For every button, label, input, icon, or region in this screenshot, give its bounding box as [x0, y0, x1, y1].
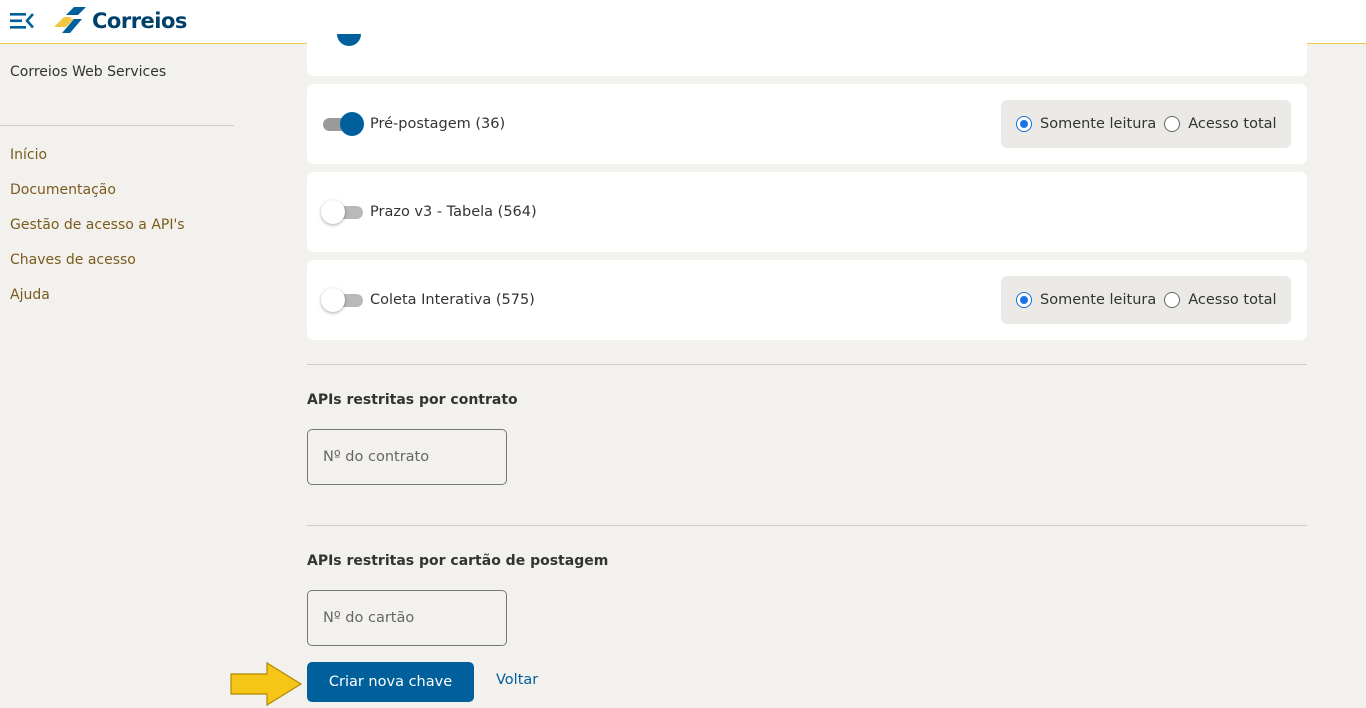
toggle-partial[interactable]: [337, 34, 361, 46]
api-toggle[interactable]: [321, 288, 363, 312]
sidebar-item-ajuda[interactable]: Ajuda: [10, 287, 50, 303]
api-card-partial: [307, 0, 1307, 76]
sidebar-item-gestao-acesso[interactable]: Gestão de acesso a API's: [10, 217, 185, 233]
radio-read-only[interactable]: Somente leitura: [1016, 116, 1156, 132]
api-toggle[interactable]: [323, 112, 364, 136]
radio-button[interactable]: [1164, 292, 1181, 308]
back-link[interactable]: Voltar: [496, 672, 538, 688]
radio-label: Acesso total: [1188, 292, 1277, 308]
sidebar-item-chaves-acesso[interactable]: Chaves de acesso: [10, 252, 136, 268]
radio-button[interactable]: [1164, 116, 1181, 132]
access-level-group: Somente leitura Acesso total: [1001, 276, 1291, 324]
create-key-button[interactable]: Criar nova chave: [307, 662, 474, 702]
correios-logo[interactable]: Correios: [52, 6, 187, 36]
card-section-title: APIs restritas por cartão de postagem: [307, 553, 609, 569]
api-card-pre-postagem: Pré-postagem (36) Somente leitura Acesso…: [307, 84, 1307, 164]
api-name: Pré-postagem (36): [370, 116, 506, 132]
section-divider: [307, 364, 1307, 365]
api-name: Coleta Interativa (575): [370, 292, 535, 308]
radio-label: Somente leitura: [1040, 116, 1157, 132]
sidebar-item-inicio[interactable]: Início: [10, 147, 47, 163]
sidebar-divider: [0, 125, 234, 126]
arrow-pointer-icon: [230, 661, 303, 707]
contract-section-title: APIs restritas por contrato: [307, 392, 518, 408]
sidebar-title: Correios Web Services: [10, 64, 167, 80]
sidebar-item-documentacao[interactable]: Documentação: [10, 182, 116, 198]
radio-read-only[interactable]: Somente leitura: [1016, 292, 1156, 308]
radio-button-checked[interactable]: [1016, 116, 1032, 132]
radio-full-access[interactable]: Acesso total: [1164, 292, 1277, 308]
menu-collapse-icon[interactable]: [8, 10, 36, 32]
contract-number-input[interactable]: [307, 429, 507, 485]
correios-logo-icon: [54, 7, 86, 33]
radio-label: Acesso total: [1188, 116, 1277, 132]
api-card-prazo-v3: Prazo v3 - Tabela (564): [307, 172, 1307, 252]
logo-text: Correios: [92, 9, 187, 33]
radio-full-access[interactable]: Acesso total: [1164, 116, 1277, 132]
api-toggle[interactable]: [321, 200, 363, 224]
postage-card-input[interactable]: [307, 590, 507, 646]
api-card-coleta-interativa: Coleta Interativa (575) Somente leitura …: [307, 260, 1307, 340]
radio-button-checked[interactable]: [1016, 292, 1032, 308]
access-level-group: Somente leitura Acesso total: [1001, 100, 1291, 148]
api-name: Prazo v3 - Tabela (564): [370, 204, 537, 220]
section-divider: [307, 525, 1307, 526]
radio-label: Somente leitura: [1040, 292, 1157, 308]
sidebar: Correios Web Services Início Documentaçã…: [0, 44, 240, 708]
